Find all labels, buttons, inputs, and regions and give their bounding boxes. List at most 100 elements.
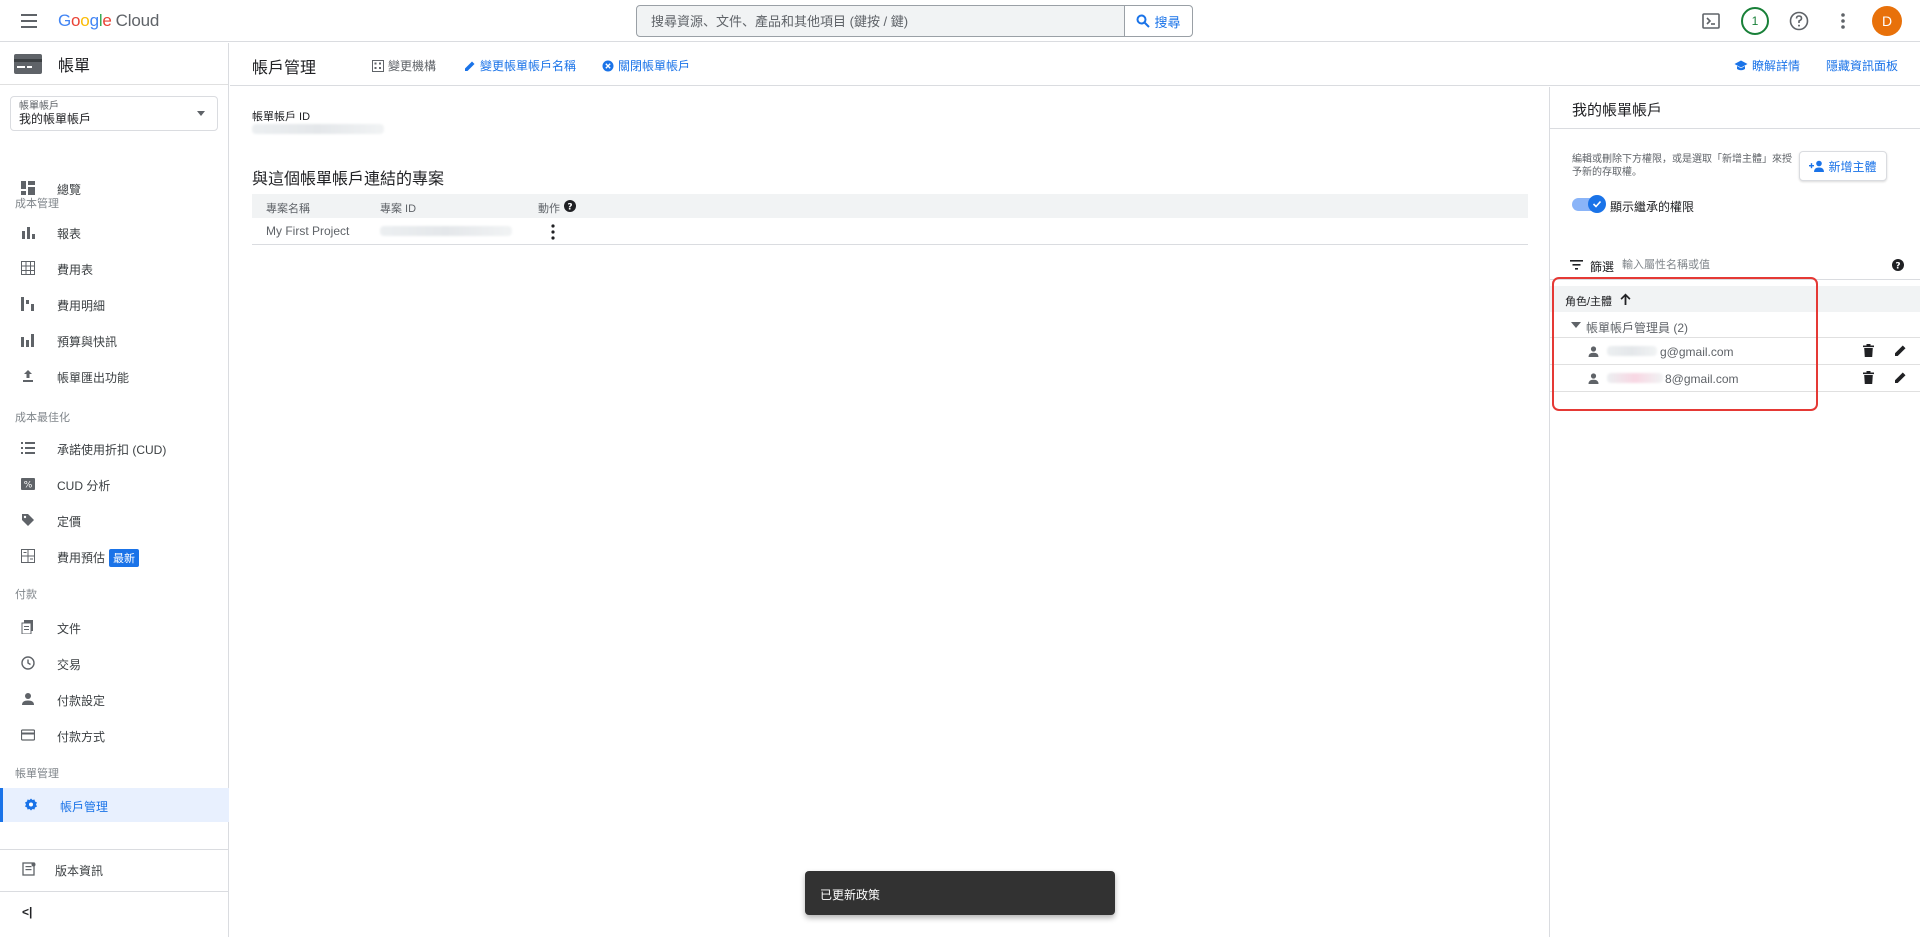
school-icon [1734,60,1748,70]
sidebar-item-reports[interactable]: 報表 [0,215,229,249]
column-header-id: 專案 ID [380,203,417,215]
sidebar-item-label: 帳戶管理 [60,800,109,814]
delete-icon[interactable] [1863,344,1874,357]
collapse-row: <| [0,891,229,935]
sidebar-header: 帳單 [0,43,228,85]
button-label: 關閉帳單帳戶 [618,59,691,73]
more-vert-icon[interactable] [1828,6,1858,36]
sidebar-item-cud-analysis[interactable]: % CUD 分析 [0,467,229,501]
add-principal-button[interactable]: 新增主體 [1799,151,1887,181]
role-group-row[interactable]: 帳單帳戶管理員 (2) [1550,312,1920,338]
help-icon[interactable]: ? [564,200,576,212]
sidebar-item-label: 付款方式 [57,730,106,744]
top-icons: 1 D [1696,6,1902,36]
section-payments: 付款 [15,589,37,601]
billing-icon [14,53,42,74]
sidebar-title: 帳單 [58,57,91,75]
redacted-account-id [252,124,384,134]
search-icon [1136,14,1151,28]
person-add-icon [1809,160,1825,172]
more-vert-icon[interactable] [551,224,555,240]
release-notes-link[interactable]: 版本資訊 [0,852,229,886]
delete-icon[interactable] [1863,371,1874,384]
search-button-label: 搜尋 [1154,14,1181,30]
section-cost-optimization: 成本最佳化 [15,412,70,424]
filter-icon [1570,260,1583,270]
show-inherited-toggle[interactable] [1572,195,1606,213]
sidebar-item-label: 交易 [57,658,82,672]
column-header-name: 專案名稱 [266,203,310,215]
redacted-email-part [1607,346,1657,356]
sidebar-item-cost-table[interactable]: 費用表 [0,251,229,285]
sidebar-item-budgets[interactable]: 預算與快訊 [0,323,229,357]
sidebar-item-label: 帳單匯出功能 [57,371,130,385]
sidebar-item-export[interactable]: 帳單匯出功能 [0,359,229,393]
notification-count: 1 [1741,7,1769,35]
google-cloud-logo[interactable]: Google Cloud [58,11,159,31]
sidebar-item-payment-method[interactable]: 付款方式 [0,718,229,752]
page-header: 帳戶管理 變更機構 變更帳單帳戶名稱 關閉帳單帳戶 瞭解詳情 隱藏資訊面板 [230,43,1920,86]
info-panel: 我的帳單帳戶 編輯或刪除下方權限，或是選取「新增主體」來授予新的存取權。 新增主… [1549,87,1920,937]
rename-account-button[interactable]: 變更帳單帳戶名稱 [464,57,576,74]
projects-table: 專案名稱 專案 ID 動作 ? My First Project [252,194,1528,245]
edit-icon[interactable] [1894,371,1907,384]
sidebar-item-cost-breakdown[interactable]: 費用明細 [0,287,229,321]
billing-account-select[interactable]: 帳單帳戶 我的帳單帳戶 [10,96,218,131]
sidebar-item-cost-estimate[interactable]: 費用預估 最新 [0,539,229,573]
section-billing-management: 帳單管理 [15,768,59,780]
close-account-button[interactable]: 關閉帳單帳戶 [602,57,690,74]
account-id-label: 帳單帳戶 ID [252,111,311,123]
page-title: 帳戶管理 [252,60,317,77]
filter-label: 篩選 [1590,260,1615,274]
cancel-circle-icon [602,60,614,71]
help-icon[interactable]: ? [1892,259,1904,271]
sidebar-item-account-management[interactable]: 帳戶管理 [0,788,229,822]
filter-bar: 篩選 ? [1550,250,1920,280]
filter-input[interactable] [1622,254,1872,276]
sidebar-item-label: 費用預估 最新 [57,549,140,567]
sidebar-item-cud[interactable]: 承諾使用折扣 (CUD) [0,431,229,465]
sidebar-item-label: 費用明細 [57,299,106,313]
bar-chart-icon [22,227,35,239]
list-icon [21,442,35,454]
edit-icon [465,61,475,71]
learn-more-button[interactable]: 瞭解詳情 [1734,57,1800,74]
sidebar-item-label: 文件 [57,622,82,636]
clock-icon [21,656,35,670]
table-icon [21,261,35,275]
percent-icon: % [21,478,35,491]
edit-icon[interactable] [1894,344,1907,357]
avatar[interactable]: D [1872,6,1902,36]
dropdown-arrow-icon [197,111,205,116]
sidebar-item-payment-settings[interactable]: 付款設定 [0,682,229,716]
member-row: g@gmail.com [1550,338,1920,365]
member-row: 8@gmail.com [1550,365,1920,392]
account-select-value: 我的帳單帳戶 [19,112,92,126]
info-panel-title: 我的帳單帳戶 [1572,102,1663,119]
building-icon [372,59,384,72]
search-button[interactable]: 搜尋 [1124,6,1192,36]
check-icon [1588,195,1606,213]
search-input[interactable] [637,6,1124,36]
notifications-button[interactable]: 1 [1740,6,1770,36]
change-organization-button[interactable]: 變更機構 [372,57,436,74]
collapse-sidebar-button[interactable]: <| [22,905,32,919]
sidebar-item-transactions[interactable]: 交易 [0,646,229,680]
roles-header[interactable]: 角色/主體 [1550,286,1920,312]
breakdown-icon [21,297,34,311]
sidebar-item-label: 承諾使用折扣 (CUD) [57,443,167,457]
caret-down-icon [1571,322,1581,328]
release-notes-row: 版本資訊 [0,849,229,887]
new-badge: 最新 [109,549,140,567]
hide-info-panel-button[interactable]: 隱藏資訊面板 [1826,57,1898,74]
sidebar-item-pricing[interactable]: 定價 [0,503,229,537]
table-row: My First Project [252,218,1528,245]
menu-icon[interactable] [20,12,40,30]
cloud-shell-icon[interactable] [1696,6,1726,36]
show-inherited-label: 顯示繼承的權限 [1610,200,1695,214]
help-icon[interactable] [1784,6,1814,36]
sidebar-item-documents[interactable]: 文件 [0,610,229,644]
sidebar-item-label: 費用表 [57,263,94,277]
svg-text:?: ? [567,203,572,213]
calculator-icon [21,549,35,563]
